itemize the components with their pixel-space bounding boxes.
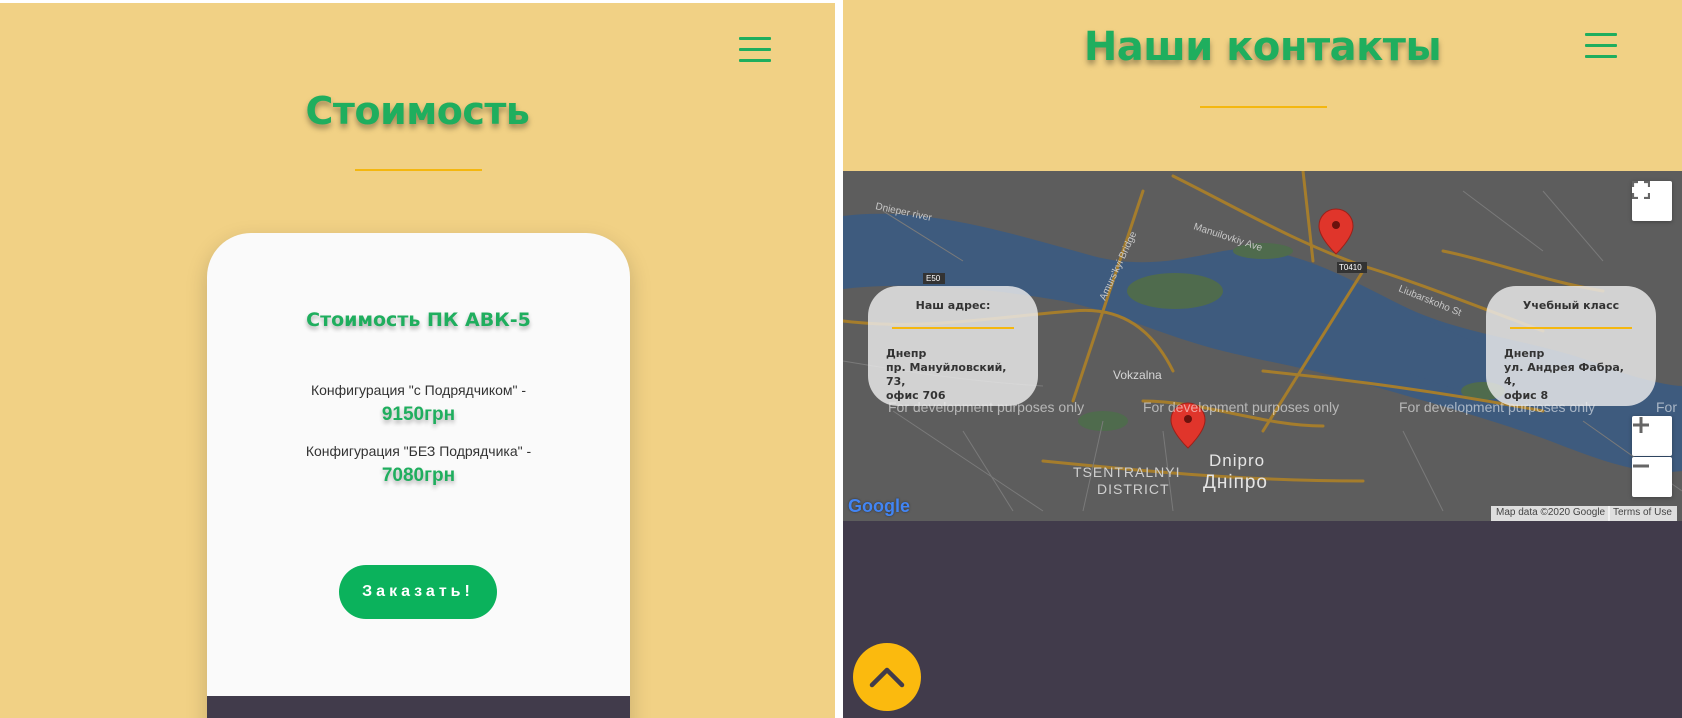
order-button[interactable]: Заказать!	[339, 565, 497, 619]
fullscreen-button[interactable]	[1632, 181, 1672, 221]
fullscreen-icon	[1632, 181, 1650, 199]
map-label-district: DISTRICT	[1097, 481, 1170, 497]
contacts-header: Наши контакты	[843, 0, 1682, 171]
google-logo: Google	[848, 496, 910, 517]
address-street: пр. Мануйловский, 73,	[886, 361, 1007, 388]
map-label-dnipro: Dnipro	[1209, 451, 1265, 470]
map[interactable]: Dnieper river Manuilovkiy Ave Liubarskoh…	[843, 171, 1682, 521]
contacts-section: Наши контакты Dnieper river Manuilovkiy …	[843, 0, 1682, 718]
menu-icon[interactable]	[739, 37, 771, 63]
card-title: Стоимость ПК АВК-5	[306, 309, 531, 331]
zoom-out-button[interactable]	[1632, 457, 1672, 497]
classroom-card: Учебный класс Днепр ул. Андрея Фабра, 4,…	[1486, 286, 1656, 406]
pricing-section: Стоимость Стоимость ПК АВК-5 Конфигураци…	[0, 3, 835, 718]
map-label-e50: E50	[926, 274, 941, 283]
zoom-in-icon	[1633, 417, 1649, 433]
title-divider	[1200, 106, 1327, 108]
classroom-city: Днепр	[1504, 347, 1545, 360]
terms-of-use-link[interactable]: Terms of Use	[1608, 506, 1677, 521]
map-attribution: Map data ©2020 Google	[1491, 506, 1611, 521]
config-price-with-contractor: 9150грн	[381, 404, 456, 425]
google-logo-text: Google	[848, 496, 910, 516]
pricing-title: Стоимость	[305, 89, 530, 133]
map-label-dnipro-ua: Дніпро	[1203, 472, 1268, 493]
zoom-out-icon	[1633, 464, 1649, 468]
title-divider	[355, 169, 482, 171]
address-city: Днепр	[886, 347, 927, 360]
classroom-office: офис 8	[1504, 389, 1549, 402]
scroll-to-top-button[interactable]	[853, 643, 921, 711]
config-label-with-contractor: Конфигурация "с Подрядчиком" -	[310, 382, 527, 398]
price-card: Стоимость ПК АВК-5 Конфигурация "с Подря…	[207, 233, 630, 718]
config-price-without-contractor: 7080грн	[381, 465, 456, 486]
address-card-title: Наш адрес:	[915, 299, 991, 312]
map-dev-notice: For development purposes only	[1143, 399, 1340, 415]
map-label-tsentralnyi: TSENTRALNYI	[1073, 464, 1180, 480]
config-label-without-contractor: Конфигурация "БЕЗ Подрядчика" -	[305, 443, 532, 459]
classroom-card-title: Учебный класс	[1522, 299, 1620, 312]
chevron-up-icon	[869, 667, 905, 688]
map-dev-notice-partial: For	[1656, 399, 1677, 415]
card-footer	[207, 696, 630, 718]
map-label-t0410: T0410	[1339, 263, 1362, 272]
classroom-card-divider	[1510, 327, 1632, 329]
address-card-divider	[892, 327, 1014, 329]
classroom-street: ул. Андрея Фабра, 4,	[1504, 361, 1624, 388]
address-card: Наш адрес: Днепр пр. Мануйловский, 73, о…	[868, 286, 1038, 406]
contacts-title: Наши контакты	[1083, 24, 1442, 70]
address-office: офис 706	[886, 389, 946, 402]
zoom-in-button[interactable]	[1632, 416, 1672, 456]
map-label-vokzalna: Vokzalna	[1113, 368, 1162, 382]
